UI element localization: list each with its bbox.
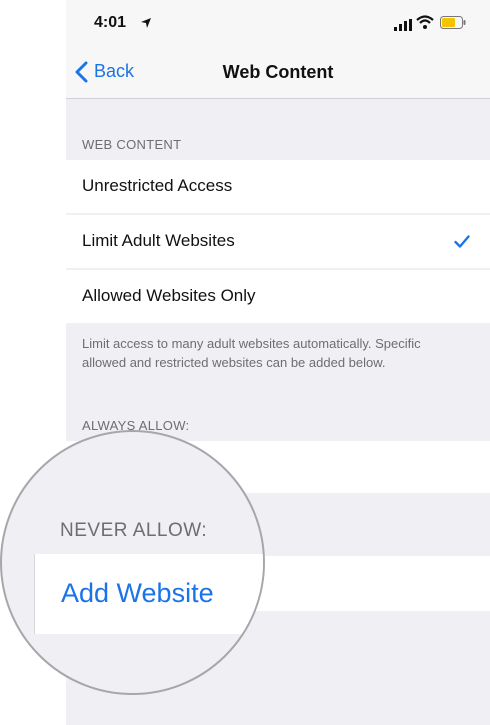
option-limit-adult-websites[interactable]: Limit Adult Websites — [66, 215, 490, 268]
add-website-button[interactable]: Add Website — [61, 578, 214, 609]
location-arrow-icon — [140, 16, 152, 34]
wifi-icon — [416, 15, 434, 34]
option-label: Unrestricted Access — [82, 176, 233, 195]
never-allow-header: NEVER ALLOW: — [60, 520, 208, 541]
option-label: Limit Adult Websites — [82, 231, 235, 250]
option-label: Allowed Websites Only — [82, 286, 256, 305]
battery-icon — [440, 16, 466, 34]
web-content-header: WEB CONTENT — [82, 137, 182, 152]
checkmark-icon — [454, 233, 470, 253]
magnifier-callout: NEVER ALLOW: Add Website — [0, 430, 265, 695]
option-allowed-websites-only[interactable]: Allowed Websites Only — [66, 270, 490, 323]
page-title: Web Content — [222, 62, 334, 82]
add-website-row[interactable]: Add Website — [34, 554, 263, 634]
status-bar: 4:01 — [66, 0, 490, 46]
navigation-bar: Back Web Content — [66, 46, 490, 99]
web-content-footer: Limit access to many adult websites auto… — [82, 336, 421, 370]
signal-icon — [394, 18, 412, 36]
option-unrestricted-access[interactable]: Unrestricted Access — [66, 160, 490, 213]
status-time: 4:01 — [94, 14, 127, 31]
